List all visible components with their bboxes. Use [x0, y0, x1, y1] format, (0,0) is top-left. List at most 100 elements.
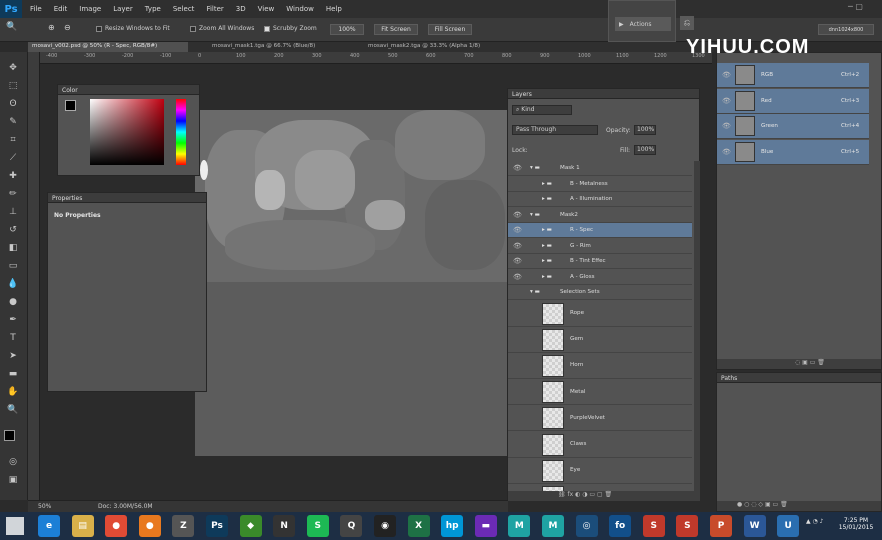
layer-row[interactable]: 👁 ▾ ▬ Mask2	[508, 208, 692, 223]
app-icon[interactable]: S	[676, 515, 699, 537]
layer-row[interactable]: PurpleVelvet	[508, 405, 692, 432]
visibility-eye-icon[interactable]: 👁	[722, 148, 731, 156]
marquee-tool-icon[interactable]: ⬚	[6, 80, 20, 92]
history-brush-icon[interactable]: ↺	[6, 224, 20, 236]
dodge-tool-icon[interactable]: ●	[6, 296, 20, 308]
layer-row[interactable]: ▸ ▬ A - Illumination	[508, 192, 692, 207]
blur-tool-icon[interactable]: 💧	[6, 278, 20, 290]
actions-button[interactable]: ▶ Actions	[615, 17, 671, 31]
app-icon[interactable]: M	[508, 515, 531, 537]
layer-row[interactable]: 👁 ▾ ▬ Mask 1	[508, 161, 692, 176]
healing-brush-icon[interactable]: ✚	[6, 170, 20, 182]
screen-mode-icon[interactable]: ▣	[6, 474, 20, 486]
layers-scrollbar[interactable]	[694, 161, 700, 491]
channel-row-red[interactable]: 👁 Red Ctrl+3	[717, 88, 869, 114]
channel-row-rgb[interactable]: 👁 RGB Ctrl+2	[717, 63, 869, 88]
powerpoint-icon[interactable]: P	[710, 515, 732, 537]
history-icon[interactable]: ⎌	[680, 16, 694, 30]
app-icon[interactable]: ◆	[239, 515, 262, 537]
menu-3d[interactable]: 3D	[236, 5, 246, 13]
visibility-eye-icon[interactable]: 👁	[513, 257, 522, 265]
path-select-icon[interactable]: ➤	[6, 350, 20, 362]
workspace-select[interactable]: dnn1024x800	[818, 24, 874, 35]
chrome-icon[interactable]: ●	[105, 515, 128, 537]
menu-select[interactable]: Select	[173, 5, 195, 13]
visibility-eye-icon[interactable]: 👁	[513, 242, 522, 250]
pen-tool-icon[interactable]: ✒	[6, 314, 20, 326]
channel-row-green[interactable]: 👁 Green Ctrl+4	[717, 114, 869, 139]
foreground-swatch[interactable]	[65, 100, 76, 111]
menu-window[interactable]: Window	[286, 5, 314, 13]
zoom-level[interactable]: 50%	[38, 503, 51, 510]
layer-row[interactable]: 👁 ▸ ▬ A - Gloss	[508, 270, 692, 285]
scrubby-zoom-checkbox[interactable]: Scrubby Zoom	[264, 25, 317, 32]
visibility-eye-icon[interactable]: 👁	[513, 226, 522, 234]
start-button[interactable]	[6, 517, 24, 535]
layer-row[interactable]: ▾ ▬ Selection Sets	[508, 285, 692, 300]
brush-tool-icon[interactable]: ✏	[6, 188, 20, 200]
fill-screen-button[interactable]: Fill Screen	[428, 24, 472, 35]
ie-icon[interactable]: e	[38, 515, 60, 537]
quick-select-icon[interactable]: ✎	[6, 116, 20, 128]
menu-view[interactable]: View	[258, 5, 275, 13]
layer-row[interactable]: ▸ ▬ B - Metalness	[508, 177, 692, 192]
app-icon[interactable]: fo	[609, 515, 632, 537]
fill-input[interactable]: 100%	[634, 145, 656, 155]
explorer-icon[interactable]: ▤	[71, 515, 94, 537]
excel-icon[interactable]: X	[407, 515, 430, 537]
hand-tool-icon[interactable]: ✋	[6, 386, 20, 398]
menu-help[interactable]: Help	[326, 5, 342, 13]
app-icon[interactable]: ▬	[474, 515, 497, 537]
app-icon[interactable]: S	[642, 515, 665, 537]
zoom-tool-icon[interactable]: 🔍	[6, 22, 17, 32]
clone-stamp-icon[interactable]: ⊥	[6, 206, 20, 218]
layer-row[interactable]: Rope	[508, 301, 692, 327]
zoom-out-icon[interactable]: ⊖	[64, 23, 71, 32]
paths-footer-icons[interactable]: ● ○ ◌ ◇ ▣ ▭ 🗑	[717, 501, 881, 511]
opacity-input[interactable]: 100%	[634, 125, 656, 135]
color-field[interactable]	[90, 99, 164, 165]
lasso-tool-icon[interactable]: ʘ	[6, 98, 20, 110]
clock[interactable]: 7:25 PM 15/01/2015	[834, 517, 878, 531]
move-tool-icon[interactable]: ✥	[6, 62, 20, 74]
visibility-eye-icon[interactable]: 👁	[722, 122, 731, 130]
layer-row[interactable]: Gem	[508, 327, 692, 353]
unreal-icon[interactable]: U	[777, 515, 800, 537]
blend-mode-select[interactable]: Pass Through	[512, 125, 598, 135]
layer-row[interactable]: Claws	[508, 432, 692, 458]
photoshop-icon[interactable]: Ps	[206, 515, 228, 537]
layer-row[interactable]: 👁 ▸ ▬ B - Tint Effec	[508, 254, 692, 269]
gradient-tool-icon[interactable]: ▭	[6, 260, 20, 272]
visibility-eye-icon[interactable]: 👁	[722, 71, 731, 79]
menu-image[interactable]: Image	[79, 5, 101, 13]
crop-tool-icon[interactable]: ⌗	[6, 134, 20, 146]
visibility-eye-icon[interactable]: 👁	[513, 211, 522, 219]
layer-row[interactable]: Metal	[508, 379, 692, 406]
word-icon[interactable]: W	[743, 515, 766, 537]
app-icon[interactable]: Q	[340, 515, 363, 537]
resize-windows-checkbox[interactable]: Resize Windows to Fit	[96, 25, 170, 32]
tab-mosavi-v002[interactable]: mosavi_v002.psd @ 50% (R - Spec, RGB/8#)	[28, 42, 188, 52]
hp-icon[interactable]: hp	[441, 515, 464, 537]
foreground-color-swatch[interactable]	[4, 430, 15, 441]
channels-footer-icons[interactable]: ◌ ▣ ▭ 🗑	[717, 359, 881, 369]
menu-layer[interactable]: Layer	[113, 5, 133, 13]
app-icon[interactable]: Z	[172, 515, 195, 537]
window-controls[interactable]: ─ ▢	[848, 2, 863, 11]
quick-mask-icon[interactable]: ◎	[6, 456, 20, 468]
zoom-100-button[interactable]: 100%	[330, 24, 364, 35]
menu-edit[interactable]: Edit	[54, 5, 68, 13]
layer-row[interactable]: 👁 ▸ ▬ G - Rim	[508, 239, 692, 254]
app-icon[interactable]: ◎	[575, 515, 598, 537]
layers-footer-icons[interactable]: ⛓ fx ◐ ◑ ▭ ▢ 🗑	[508, 491, 700, 501]
zoom-in-icon[interactable]: ⊕	[48, 23, 55, 32]
zoom-tool-icon[interactable]: 🔍	[6, 404, 20, 416]
shape-tool-icon[interactable]: ▬	[6, 368, 20, 380]
fit-screen-button[interactable]: Fit Screen	[374, 24, 418, 35]
app-icon[interactable]: M	[542, 515, 564, 537]
app-icon[interactable]: ◉	[374, 515, 396, 537]
menu-file[interactable]: File	[30, 5, 42, 13]
app-icon[interactable]: N	[273, 515, 296, 537]
eraser-tool-icon[interactable]: ◧	[6, 242, 20, 254]
layer-row[interactable]: Eye	[508, 458, 692, 484]
